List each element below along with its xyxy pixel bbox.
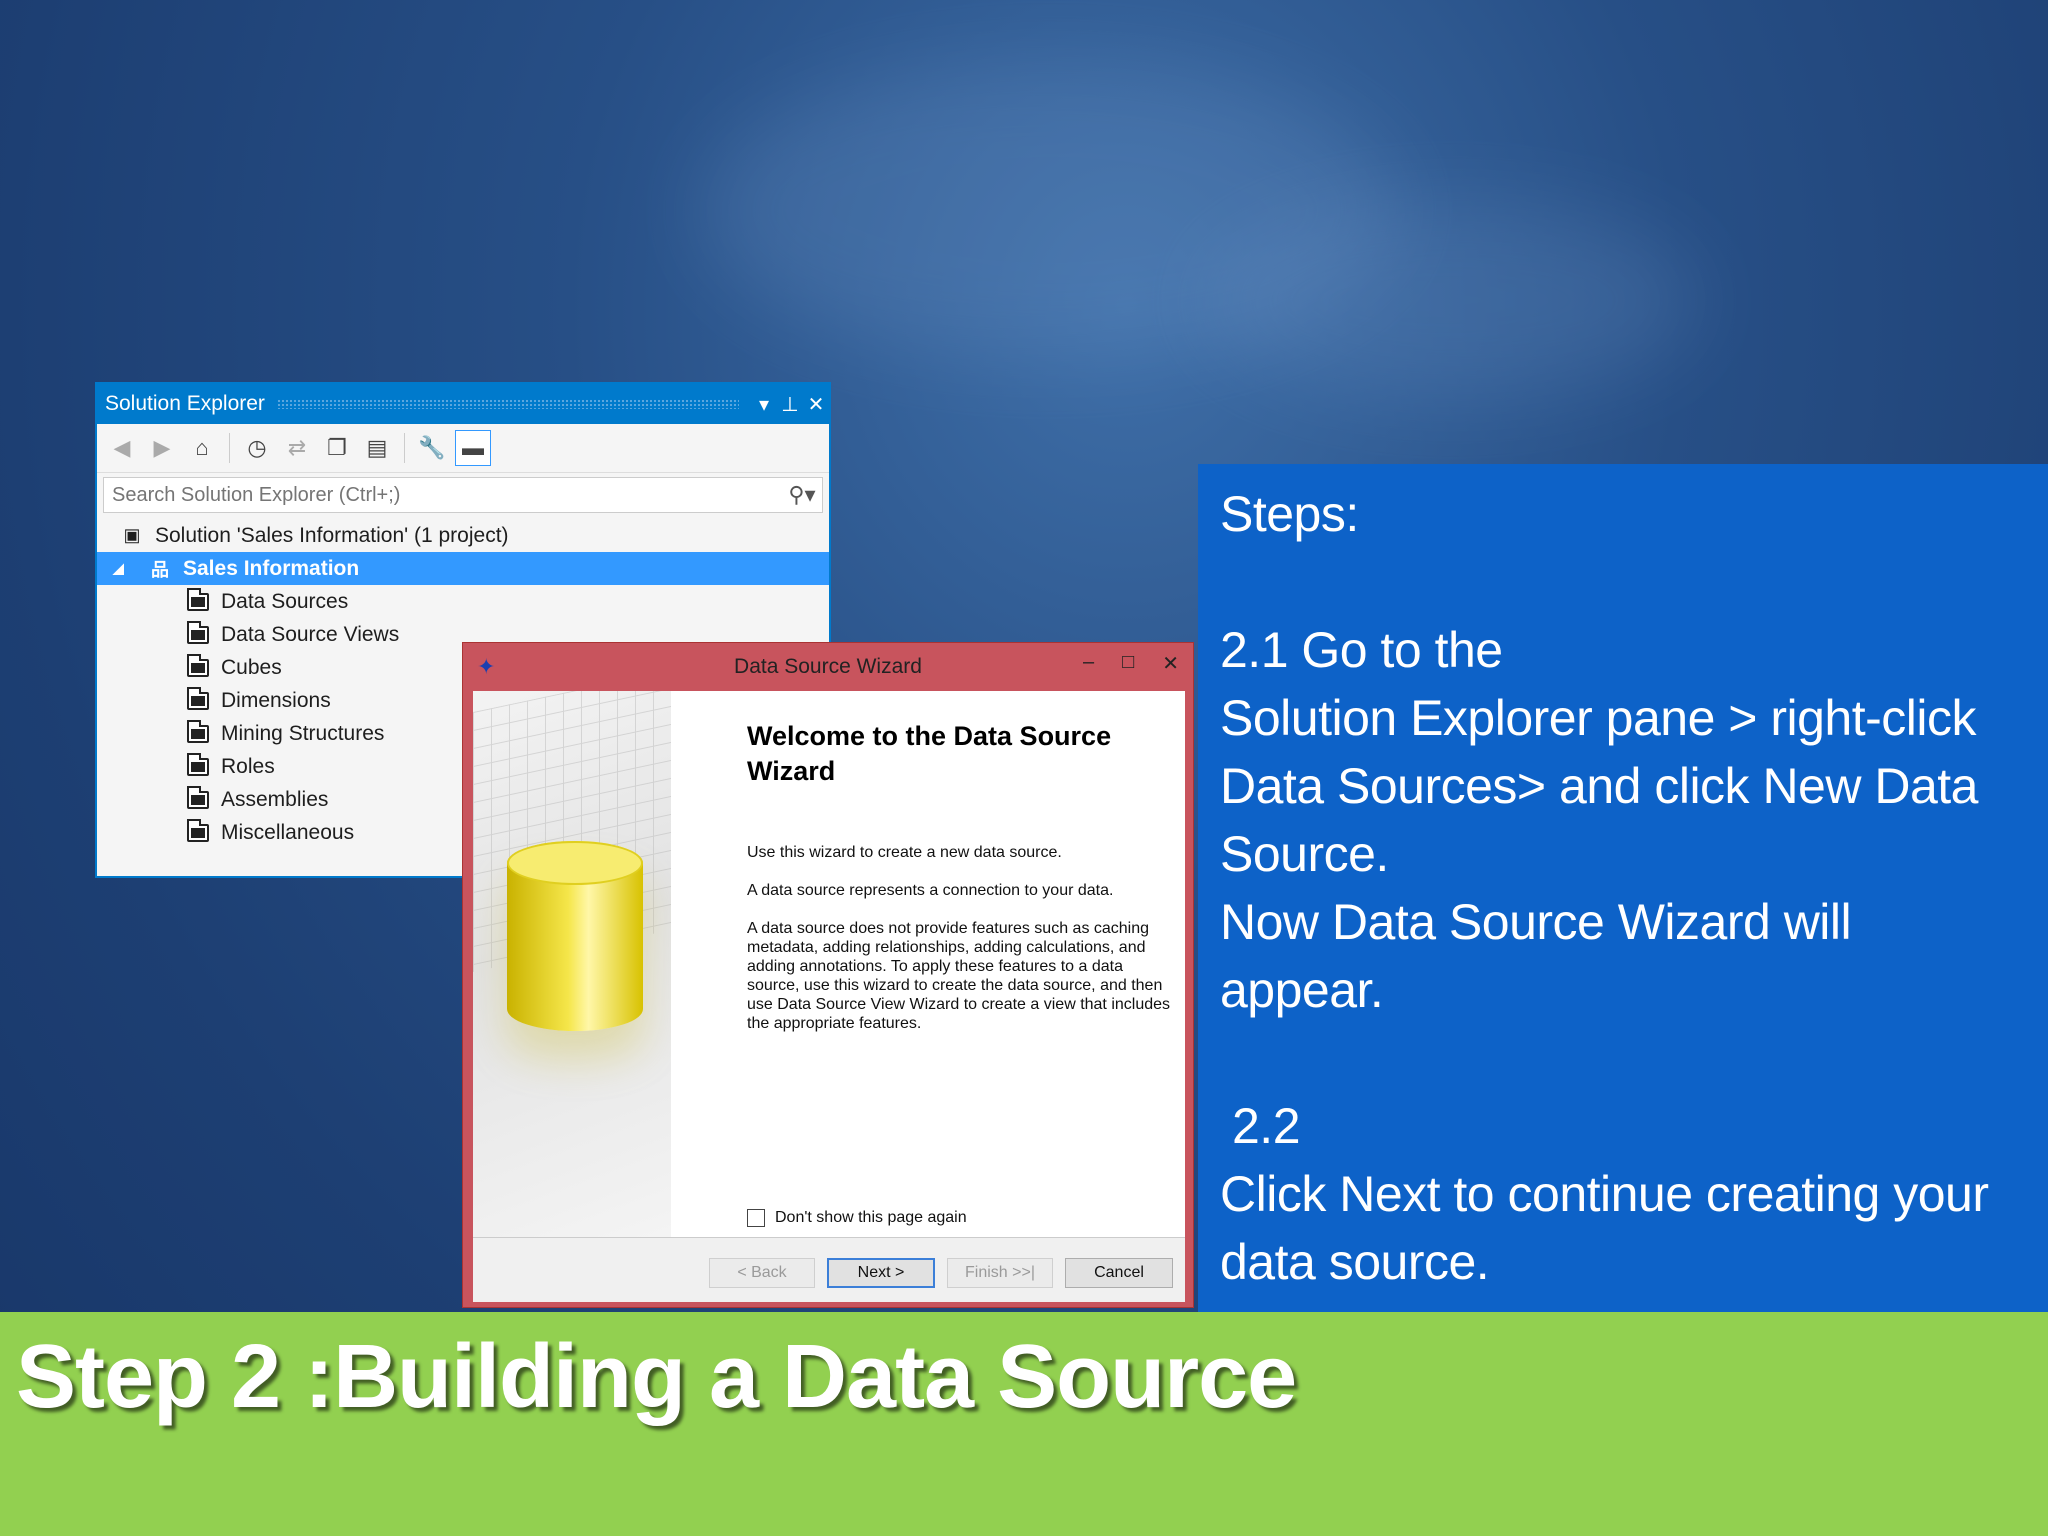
next-button[interactable]: Next >: [827, 1258, 935, 1288]
solution-explorer-titlebar: Solution Explorer ▾ ⊥ ✕: [97, 384, 829, 424]
wizard-content: Welcome to the Data Source Wizard Use th…: [747, 691, 1177, 1033]
home-icon[interactable]: ⌂: [185, 431, 219, 465]
folder-icon: [185, 686, 211, 712]
titlebar-grip: [276, 399, 739, 409]
solution-explorer-title: Solution Explorer: [105, 392, 265, 415]
tree-item-label: Roles: [221, 754, 275, 778]
tree-item-label: Mining Structures: [221, 721, 385, 745]
wizard-body: Welcome to the Data Source Wizard Use th…: [473, 691, 1185, 1237]
cancel-button[interactable]: Cancel: [1065, 1258, 1173, 1288]
tree-item-label: Cubes: [221, 655, 282, 679]
folder-icon: [185, 620, 211, 646]
solution-label: Solution 'Sales Information' (1 project): [155, 523, 509, 547]
step-2-2-text: data source.: [1220, 1234, 1490, 1290]
wizard-button-bar: < Back Next > Finish >>| Cancel: [473, 1237, 1185, 1302]
pin-icon[interactable]: ⊥: [777, 392, 803, 417]
step-2-1-text: 2.1 Go to the: [1220, 622, 1503, 678]
pending-changes-filter-icon[interactable]: ◷: [240, 431, 274, 465]
step-2-1-text: Solution Explorer pane > right-click: [1220, 690, 1977, 746]
collapse-all-icon[interactable]: ❐: [320, 431, 354, 465]
maximize-icon[interactable]: □: [1122, 651, 1134, 676]
wizard-titlebar: ✦ Data Source Wizard – □ ✕: [463, 643, 1193, 691]
slide-title-banner: Step 2 :Building a Data Source: [0, 1312, 2048, 1536]
database-cylinder-icon: [507, 841, 643, 1031]
forward-icon[interactable]: ▶: [145, 431, 179, 465]
folder-icon: [185, 818, 211, 844]
folder-icon: [185, 785, 211, 811]
slide-title: Step 2 :Building a Data Source: [16, 1327, 1297, 1427]
show-all-files-icon[interactable]: ▤: [360, 431, 394, 465]
back-icon[interactable]: ◀: [105, 431, 139, 465]
tree-item-label: Assemblies: [221, 787, 329, 811]
project-label: Sales Information: [183, 556, 360, 580]
steps-heading: Steps:: [1220, 486, 1359, 542]
wizard-heading: Welcome to the Data Source Wizard: [747, 721, 1112, 786]
expand-arrow-icon[interactable]: ◢: [113, 560, 133, 577]
project-icon: 品: [151, 559, 169, 580]
wizard-paragraph: Use this wizard to create a new data sou…: [747, 844, 1062, 861]
properties-wrench-icon[interactable]: 🔧: [415, 431, 449, 465]
tree-item-label: Data Source Views: [221, 622, 400, 646]
finish-button[interactable]: Finish >>|: [947, 1258, 1053, 1288]
step-2-1-text: Source.: [1220, 826, 1389, 882]
folder-icon: [185, 587, 211, 613]
toolbar-separator: [404, 433, 405, 463]
solution-explorer-toolbar: ◀ ▶ ⌂ ◷ ⇄ ❐ ▤ 🔧 ▬: [97, 424, 829, 473]
tree-row-solution[interactable]: ▣ Solution 'Sales Information' (1 projec…: [97, 519, 829, 552]
step-2-1-text: Data Sources> and click New Data: [1220, 758, 1978, 814]
preview-selected-items-icon[interactable]: ▬: [455, 430, 491, 466]
checkbox-label: Don't show this page again: [775, 1209, 967, 1226]
tree-item[interactable]: Data Sources: [97, 585, 829, 618]
step-2-2-number: 2.2: [1232, 1098, 1301, 1154]
wizard-side-image: [473, 691, 671, 1237]
tree-item-label: Miscellaneous: [221, 820, 355, 844]
dropdown-arrow-icon[interactable]: ▾: [751, 392, 777, 417]
tree-item-label: Data Sources: [221, 589, 349, 613]
step-2-2-text: Click Next to continue creating your: [1220, 1166, 1989, 1222]
tree-item-label: Dimensions: [221, 688, 331, 712]
step-2-1-text: Now Data Source Wizard will appear.: [1220, 894, 1852, 1018]
folder-icon: [185, 752, 211, 778]
close-icon[interactable]: ✕: [1162, 651, 1179, 676]
wizard-paragraph: A data source does not provide features …: [747, 920, 1171, 1032]
data-source-wizard-dialog: ✦ Data Source Wizard – □ ✕ Welcome to th…: [462, 642, 1194, 1308]
tree-row-project[interactable]: ◢ 品 Sales Information: [97, 552, 829, 585]
search-icon[interactable]: ⚲▾: [782, 482, 822, 508]
steps-panel: Steps: 2.1 Go to the Solution Explorer p…: [1198, 464, 2048, 1312]
sync-icon[interactable]: ⇄: [280, 431, 314, 465]
wizard-app-icon: ✦: [477, 654, 496, 679]
close-icon[interactable]: ✕: [803, 392, 829, 417]
toolbar-separator: [229, 433, 230, 463]
solution-explorer-search[interactable]: ⚲▾: [103, 477, 823, 513]
folder-icon: [185, 719, 211, 745]
solution-icon: ▣: [123, 525, 141, 545]
checkbox-box[interactable]: [747, 1209, 765, 1227]
wizard-paragraph: A data source represents a connection to…: [747, 882, 1114, 899]
search-input[interactable]: [110, 482, 782, 508]
dont-show-again-checkbox[interactable]: Don't show this page again: [747, 1209, 967, 1227]
folder-icon: [185, 653, 211, 679]
minimize-icon[interactable]: –: [1083, 651, 1094, 676]
back-button[interactable]: < Back: [709, 1258, 815, 1288]
